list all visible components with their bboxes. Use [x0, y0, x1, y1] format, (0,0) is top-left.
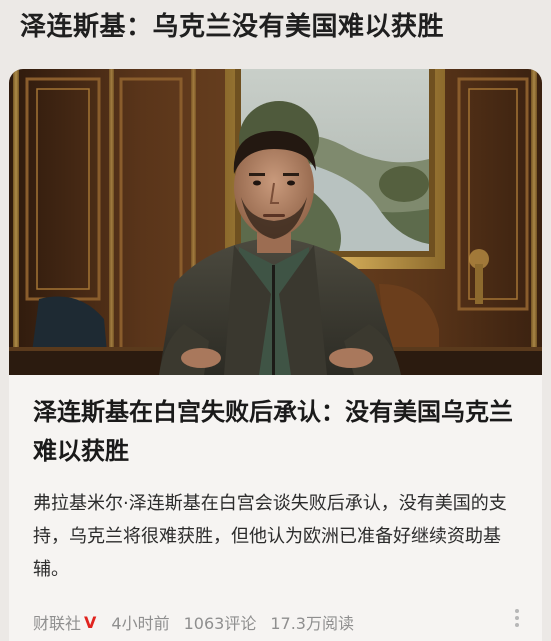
page-title: 泽连斯基：乌克兰没有美国难以获胜	[20, 12, 445, 42]
more-dot-icon	[515, 623, 519, 627]
read-count: 17.3万阅读	[270, 614, 354, 633]
verified-v-icon: V	[84, 612, 97, 632]
page: 泽连斯基：乌克兰没有美国难以获胜 泽连斯基在白宫失败后承认：没有美国乌克兰难以获…	[0, 0, 551, 641]
article-summary[interactable]: 弗拉基米尔·泽连斯基在白宫会谈失败后承认，没有美国的支持，乌克兰将很难获胜，但他…	[33, 487, 525, 586]
comment-count[interactable]: 1063评论	[184, 610, 257, 634]
article-meta: 财联社 V 4小时前 1063评论 17.3万阅读	[33, 609, 354, 635]
more-dot-icon	[515, 609, 519, 613]
article-image[interactable]	[9, 69, 542, 375]
publish-time: 4小时前	[111, 614, 170, 633]
more-dot-icon	[515, 616, 519, 620]
source-name[interactable]: 财联社	[33, 610, 81, 634]
news-card[interactable]: 泽连斯基在白宫失败后承认：没有美国乌克兰难以获胜 弗拉基米尔·泽连斯基在白宫会谈…	[9, 69, 542, 641]
article-headline[interactable]: 泽连斯基在白宫失败后承认：没有美国乌克兰难以获胜	[33, 393, 523, 471]
more-options-button[interactable]	[509, 609, 525, 639]
